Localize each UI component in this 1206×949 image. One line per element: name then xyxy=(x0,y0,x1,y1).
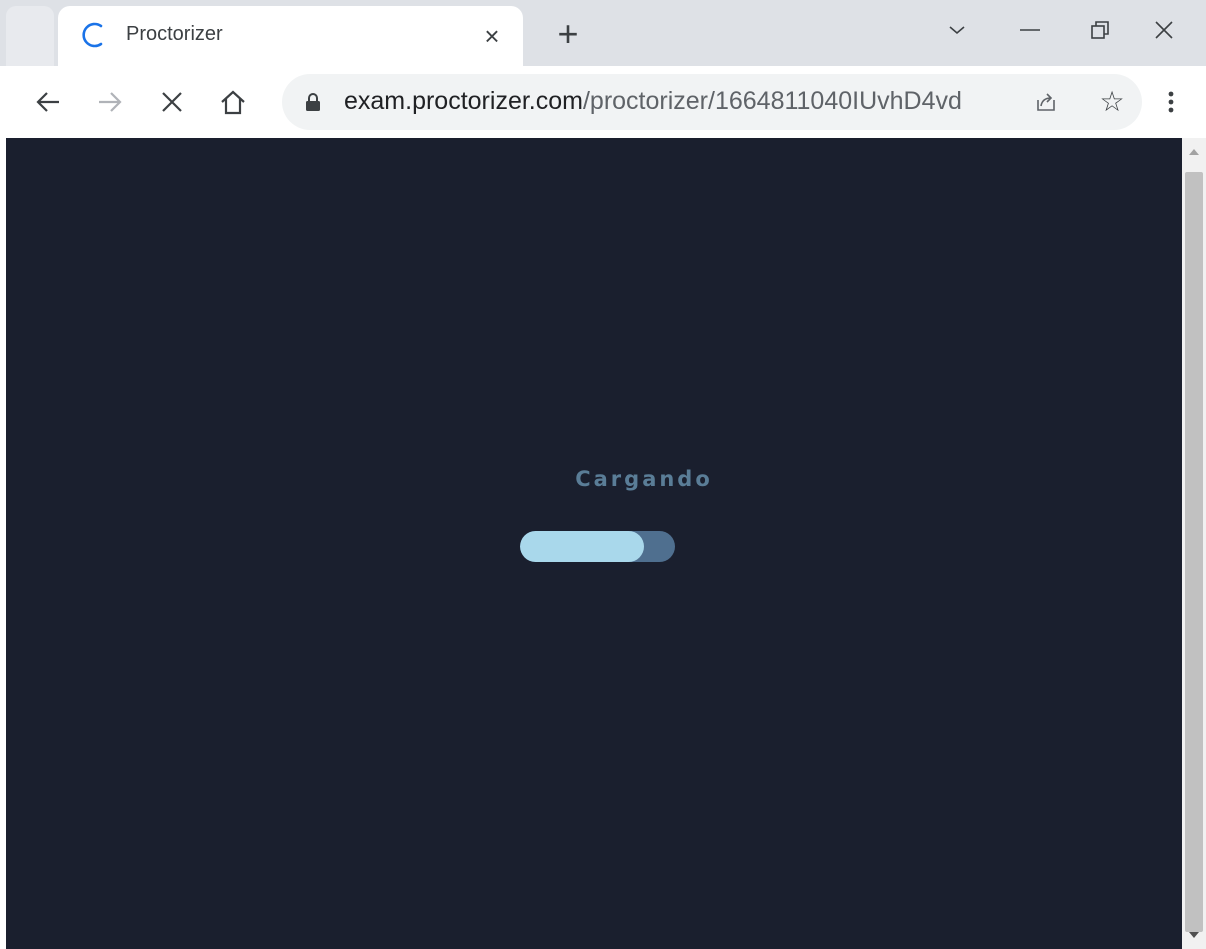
tab-strip: Proctorizer × + xyxy=(0,0,1206,66)
chevron-down-icon xyxy=(949,26,965,35)
share-icon xyxy=(1037,93,1055,111)
tab-search-button[interactable] xyxy=(937,12,977,48)
minimize-icon xyxy=(1020,29,1040,31)
share-button[interactable] xyxy=(1028,84,1064,120)
kebab-menu-icon xyxy=(1168,91,1174,113)
tab-proctorizer[interactable]: Proctorizer × xyxy=(58,6,523,66)
loading-progress-fill xyxy=(520,531,644,562)
scroll-down-button[interactable] xyxy=(1182,921,1206,949)
new-tab-button[interactable]: + xyxy=(548,14,588,54)
restore-button[interactable] xyxy=(1080,12,1120,48)
loading-progress-bar xyxy=(520,531,675,562)
bookmark-star-button[interactable]: ☆ xyxy=(1092,82,1132,122)
tab-title: Proctorizer xyxy=(126,23,223,45)
loading-text: Cargando xyxy=(575,467,713,491)
address-bar[interactable]: exam.proctorizer.com/proctorizer/1664811… xyxy=(282,74,1142,130)
browser-menu-button[interactable] xyxy=(1156,80,1186,124)
home-icon xyxy=(221,90,245,115)
stop-loading-icon xyxy=(162,92,182,112)
previous-tab-edge[interactable] xyxy=(6,6,54,66)
vertical-scrollbar[interactable] xyxy=(1182,138,1206,949)
url-host: exam.proctorizer.com xyxy=(344,87,583,115)
restore-icon xyxy=(1091,21,1109,39)
lock-icon[interactable] xyxy=(304,92,322,112)
stop-loading-button[interactable] xyxy=(150,80,194,124)
tab-close-button[interactable]: × xyxy=(478,22,506,50)
back-button[interactable] xyxy=(26,80,70,124)
browser-window: Proctorizer × + exam.proctorizer.com/pro… xyxy=(0,0,1206,949)
scrollbar-thumb[interactable] xyxy=(1185,172,1203,932)
url-text[interactable]: exam.proctorizer.com/proctorizer/1664811… xyxy=(344,87,962,116)
back-arrow-icon xyxy=(36,92,59,112)
scroll-up-button[interactable] xyxy=(1182,138,1206,166)
page-content: Cargando xyxy=(6,138,1182,949)
home-button[interactable] xyxy=(211,80,255,124)
close-icon xyxy=(1155,21,1173,39)
minimize-button[interactable] xyxy=(1010,12,1050,48)
forward-button[interactable] xyxy=(88,80,132,124)
scroll-up-arrow-icon xyxy=(1189,149,1199,155)
forward-arrow-icon xyxy=(99,92,122,112)
window-close-button[interactable] xyxy=(1144,12,1184,48)
url-path: /proctorizer/1664811040IUvhD4vd xyxy=(582,87,962,115)
browser-toolbar: exam.proctorizer.com/proctorizer/1664811… xyxy=(0,66,1206,138)
scroll-down-arrow-icon xyxy=(1189,932,1199,938)
loading-spinner-icon xyxy=(82,22,103,48)
